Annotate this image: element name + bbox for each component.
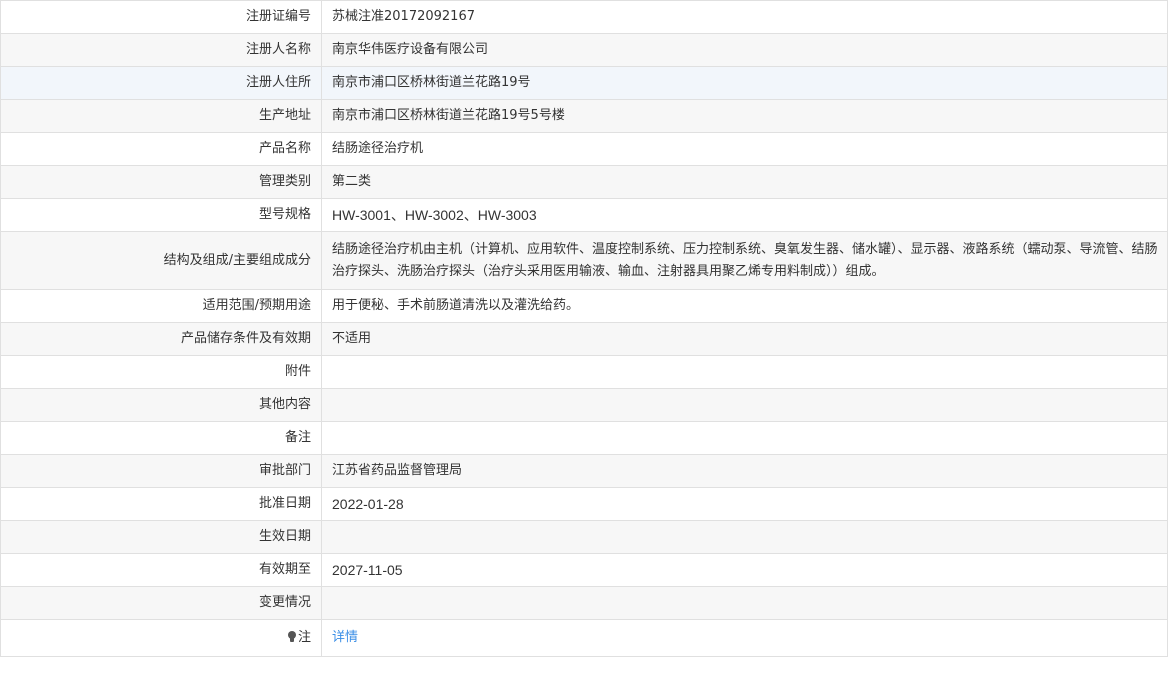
- row-label-registration-no: 注册证编号: [0, 0, 322, 34]
- row-value-structure-composition: 结肠途径治疗机由主机（计算机、应用软件、温度控制系统、压力控制系统、臭氧发生器、…: [321, 231, 1168, 290]
- row-value-production-address: 南京市浦口区桥林街道兰花路19号5号楼: [321, 99, 1168, 133]
- table-row: 注 详情: [0, 619, 1168, 657]
- table-row: 生效日期: [0, 520, 1168, 554]
- row-label-change-history: 变更情况: [0, 586, 322, 620]
- table-row: 审批部门 江苏省药品监督管理局: [0, 454, 1168, 488]
- row-value-registration-no: 苏械注准20172092167: [321, 0, 1168, 34]
- table-row: 注册人名称 南京华伟医疗设备有限公司: [0, 33, 1168, 67]
- table-row: 产品名称 结肠途径治疗机: [0, 132, 1168, 166]
- row-value-effective-date: [321, 520, 1168, 554]
- table-row: 适用范围/预期用途 用于便秘、手术前肠道清洗以及灌洗给药。: [0, 289, 1168, 323]
- row-value-registrant-name: 南京华伟医疗设备有限公司: [321, 33, 1168, 67]
- table-row: 附件: [0, 355, 1168, 389]
- row-label-registrant-address: 注册人住所: [0, 66, 322, 100]
- registration-detail-table: 注册证编号 苏械注准20172092167 注册人名称 南京华伟医疗设备有限公司…: [0, 0, 1168, 657]
- row-value-approval-department: 江苏省药品监督管理局: [321, 454, 1168, 488]
- row-label-effective-date: 生效日期: [0, 520, 322, 554]
- table-row: 注册证编号 苏械注准20172092167: [0, 0, 1168, 34]
- row-value-other-content: [321, 388, 1168, 422]
- row-value-change-history: [321, 586, 1168, 620]
- row-label-registrant-name: 注册人名称: [0, 33, 322, 67]
- row-label-storage-validity: 产品储存条件及有效期: [0, 322, 322, 356]
- table-row: 生产地址 南京市浦口区桥林街道兰花路19号5号楼: [0, 99, 1168, 133]
- table-row: 管理类别 第二类: [0, 165, 1168, 199]
- row-label-valid-until: 有效期至: [0, 553, 322, 587]
- row-label-approval-date: 批准日期: [0, 487, 322, 521]
- details-link[interactable]: 详情: [332, 630, 358, 645]
- row-value-note: 详情: [321, 619, 1168, 657]
- row-value-storage-validity: 不适用: [321, 322, 1168, 356]
- row-label-remarks: 备注: [0, 421, 322, 455]
- row-label-attachments: 附件: [0, 355, 322, 389]
- table-row: 有效期至 2027-11-05: [0, 553, 1168, 587]
- table-row: 注册人住所 南京市浦口区桥林街道兰花路19号: [0, 66, 1168, 100]
- table-row: 变更情况: [0, 586, 1168, 620]
- row-value-valid-until: 2027-11-05: [321, 553, 1168, 587]
- row-label-structure-composition: 结构及组成/主要组成成分: [0, 231, 322, 290]
- table-row: 产品储存条件及有效期 不适用: [0, 322, 1168, 356]
- row-label-note: 注: [0, 619, 322, 657]
- row-label-approval-department: 审批部门: [0, 454, 322, 488]
- row-value-management-category: 第二类: [321, 165, 1168, 199]
- row-label-product-name: 产品名称: [0, 132, 322, 166]
- table-row: 批准日期 2022-01-28: [0, 487, 1168, 521]
- row-value-model-spec: HW-3001、HW-3002、HW-3003: [321, 198, 1168, 232]
- row-label-production-address: 生产地址: [0, 99, 322, 133]
- row-label-intended-use: 适用范围/预期用途: [0, 289, 322, 323]
- table-row: 备注: [0, 421, 1168, 455]
- table-row: 型号规格 HW-3001、HW-3002、HW-3003: [0, 198, 1168, 232]
- row-value-intended-use: 用于便秘、手术前肠道清洗以及灌洗给药。: [321, 289, 1168, 323]
- row-label-management-category: 管理类别: [0, 165, 322, 199]
- row-value-product-name: 结肠途径治疗机: [321, 132, 1168, 166]
- row-value-registrant-address: 南京市浦口区桥林街道兰花路19号: [321, 66, 1168, 100]
- row-label-other-content: 其他内容: [0, 388, 322, 422]
- row-label-model-spec: 型号规格: [0, 198, 322, 232]
- note-label: 注: [297, 630, 311, 645]
- table-row: 结构及组成/主要组成成分 结肠途径治疗机由主机（计算机、应用软件、温度控制系统、…: [0, 231, 1168, 290]
- row-value-remarks: [321, 421, 1168, 455]
- lightbulb-icon: [287, 631, 296, 642]
- row-value-approval-date: 2022-01-28: [321, 487, 1168, 521]
- row-value-attachments: [321, 355, 1168, 389]
- table-row: 其他内容: [0, 388, 1168, 422]
